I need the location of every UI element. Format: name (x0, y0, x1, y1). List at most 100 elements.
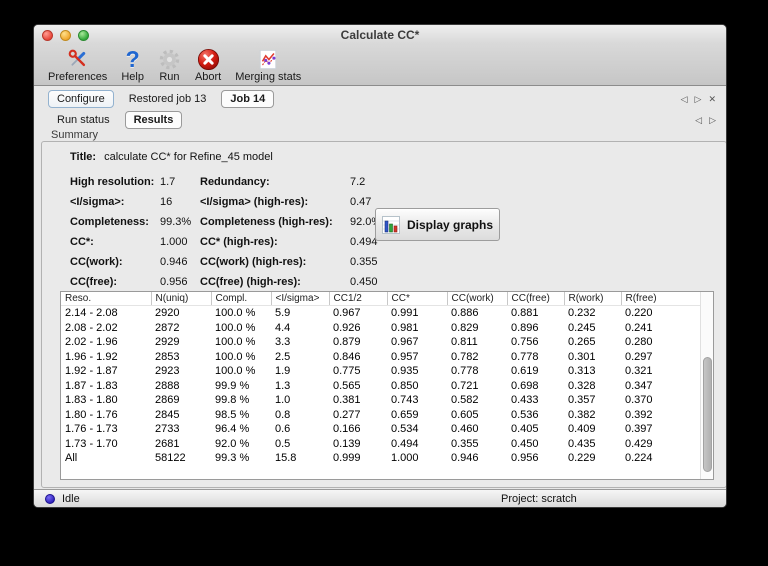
table-cell: 0.967 (333, 307, 361, 319)
toolbar-abort-button[interactable]: Abort (195, 47, 221, 83)
column-header[interactable]: Reso. (61, 292, 151, 306)
table-cell: 0.991 (391, 307, 419, 319)
close-button[interactable] (42, 30, 53, 41)
table-cell: 0.321 (625, 365, 653, 377)
column-header[interactable]: Compl. (210, 292, 271, 306)
table-row[interactable]: 1.87 - 1.83 2888 99.9 % 1.3 0.565 0.850 0.721 0… (61, 379, 701, 394)
table-row[interactable]: 2.02 - 1.96 2929 100.0 % 3.3 0.879 0.967 0.811… (61, 335, 701, 350)
tab-run-status[interactable]: Run status (48, 111, 119, 129)
subtab-scroll-left-icon[interactable]: ◁ (695, 115, 702, 125)
table-cell: 2923 (155, 365, 180, 377)
table-cell: 2872 (155, 321, 180, 334)
stat-value: 1.7 (160, 176, 176, 188)
table-row[interactable]: 1.80 - 1.76 2845 98.5 % 0.8 0.277 0.659 0.605 0… (61, 408, 701, 423)
table-cell: 99.3 % (215, 452, 250, 464)
stat-value: 0.956 (160, 276, 188, 288)
table-cell: 1.3 (275, 379, 291, 392)
column-header[interactable]: <I/sigma> (270, 292, 329, 306)
table-row[interactable]: 2.14 - 2.08 2920 100.0 % 5.9 0.967 0.991 0.886… (61, 306, 701, 321)
table-row[interactable]: 1.83 - 1.80 2869 99.8 % 1.0 0.381 0.743 0.582 0… (61, 393, 701, 408)
column-header[interactable]: CC(free) (506, 292, 564, 306)
table-cell: 2845 (155, 408, 180, 421)
table-cell: 92.0 % (215, 437, 250, 450)
table-row[interactable]: 2.08 - 2.02 2872 100.0 % 4.4 0.926 0.981 0.829… (61, 321, 701, 336)
tab-scroll-right-icon[interactable]: ▷ (695, 94, 702, 104)
toolbar-label: Abort (194, 71, 222, 83)
display-graphs-button[interactable]: Display graphs (375, 208, 500, 241)
table-row[interactable]: 1.76 - 1.73 2733 96.4 % 0.6 0.166 0.534 0.460 0… (61, 422, 701, 437)
title-bar[interactable]: Calculate CC* (34, 25, 726, 45)
results-table-body: 2.14 - 2.08 2920 100.0 % 5.9 0.967 0.991 0.886… (61, 306, 701, 466)
table-cell: 0.957 (391, 350, 419, 363)
results-table-head-row: Reso. N(uniq) Compl. <I/sigma> CC1/2 CC* CC(wo… (61, 292, 701, 306)
minimize-button[interactable] (60, 30, 71, 41)
table-cell: 100.0 % (215, 321, 256, 334)
table-cell: 0.405 (511, 423, 539, 435)
preferences-tools-icon (66, 47, 90, 71)
result-tab-nav: ◁ ▷ (695, 115, 726, 125)
table-cell: 0.881 (511, 307, 539, 319)
tab-job-14[interactable]: Job 14 (221, 90, 275, 108)
stat-value: 7.2 (350, 176, 366, 188)
stat-value: 16 (160, 196, 173, 208)
table-cell: 0.811 (451, 336, 478, 348)
table-cell: 2.14 - 2.08 (65, 307, 118, 319)
table-scrollbar[interactable] (700, 292, 713, 479)
stat-label: <I/sigma>: (70, 196, 125, 208)
traffic-lights (42, 30, 89, 41)
title-value: calculate CC* for Refine_45 model (104, 151, 273, 163)
toolbar-run-button[interactable]: Run (158, 47, 181, 83)
abort-stop-icon (197, 47, 220, 71)
table-cell: 0.582 (451, 394, 479, 406)
stat-label: CC* (high-res): (200, 236, 278, 248)
toolbar-preferences-button[interactable]: Preferences (48, 47, 107, 83)
results-table-container: Reso. N(uniq) Compl. <I/sigma> CC1/2 CC* CC(wo… (60, 291, 714, 480)
table-cell: 0.999 (333, 452, 361, 464)
table-cell: 0.721 (451, 379, 479, 392)
zoom-button[interactable] (78, 30, 89, 41)
subtab-scroll-right-icon[interactable]: ▷ (709, 115, 716, 125)
table-cell: 0.659 (391, 408, 419, 421)
table-cell: 2888 (155, 379, 180, 392)
table-cell: 1.83 - 1.80 (65, 394, 118, 406)
column-header[interactable]: CC1/2 (328, 292, 387, 306)
toolbar-help-button[interactable]: ? Help (121, 47, 144, 83)
table-cell: 0.355 (451, 437, 479, 450)
help-question-icon: ? (125, 45, 140, 72)
table-cell: 0.698 (511, 379, 539, 392)
table-cell: 0.265 (568, 336, 596, 348)
table-cell: 2920 (155, 307, 180, 319)
table-cell: 2681 (155, 437, 180, 450)
table-cell: 100.0 % (215, 307, 256, 319)
table-row[interactable]: All 58122 99.3 % 15.8 0.999 1.000 0.946 0.956 0.… (61, 451, 701, 466)
tab-results[interactable]: Results (124, 111, 183, 129)
tab-configure[interactable]: Configure (48, 90, 114, 108)
table-scrollbar-thumb[interactable] (703, 357, 712, 472)
table-cell: 0.297 (625, 350, 653, 363)
stat-value: 0.355 (350, 256, 378, 268)
table-cell: 99.9 % (215, 379, 250, 392)
column-header[interactable]: CC(work) (446, 292, 507, 306)
table-cell: 0.494 (391, 437, 419, 450)
toolbar-merging-stats-button[interactable]: Merging stats (235, 47, 301, 83)
table-row[interactable]: 1.96 - 1.92 2853 100.0 % 2.5 0.846 0.957 0.782… (61, 350, 701, 365)
stat-value: 1.000 (160, 236, 188, 248)
toolbar-label: Merging stats (235, 71, 302, 83)
results-table: Reso. N(uniq) Compl. <I/sigma> CC1/2 CC* CC(wo… (61, 292, 701, 466)
toolbar-label: Preferences (48, 71, 108, 83)
column-header[interactable]: R(free) (620, 292, 701, 306)
table-cell: 0.8 (275, 408, 291, 421)
table-row[interactable]: 1.73 - 1.70 2681 92.0 % 0.5 0.139 0.494 0.355 0… (61, 437, 701, 452)
tab-scroll-left-icon[interactable]: ◁ (681, 94, 688, 104)
stat-label: CC(free): (70, 276, 118, 288)
table-cell: 0.778 (511, 350, 539, 363)
tab-restored-job-13[interactable]: Restored job 13 (120, 90, 216, 108)
column-header[interactable]: CC* (386, 292, 447, 306)
tab-close-icon[interactable]: ✕ (708, 94, 716, 104)
column-header[interactable]: N(uniq) (150, 292, 211, 306)
status-indicator-icon (45, 494, 55, 504)
table-cell: 0.382 (568, 408, 596, 421)
table-cell: 1.92 - 1.87 (65, 365, 118, 377)
column-header[interactable]: R(work) (563, 292, 621, 306)
table-row[interactable]: 1.92 - 1.87 2923 100.0 % 1.9 0.775 0.935 0.778… (61, 364, 701, 379)
